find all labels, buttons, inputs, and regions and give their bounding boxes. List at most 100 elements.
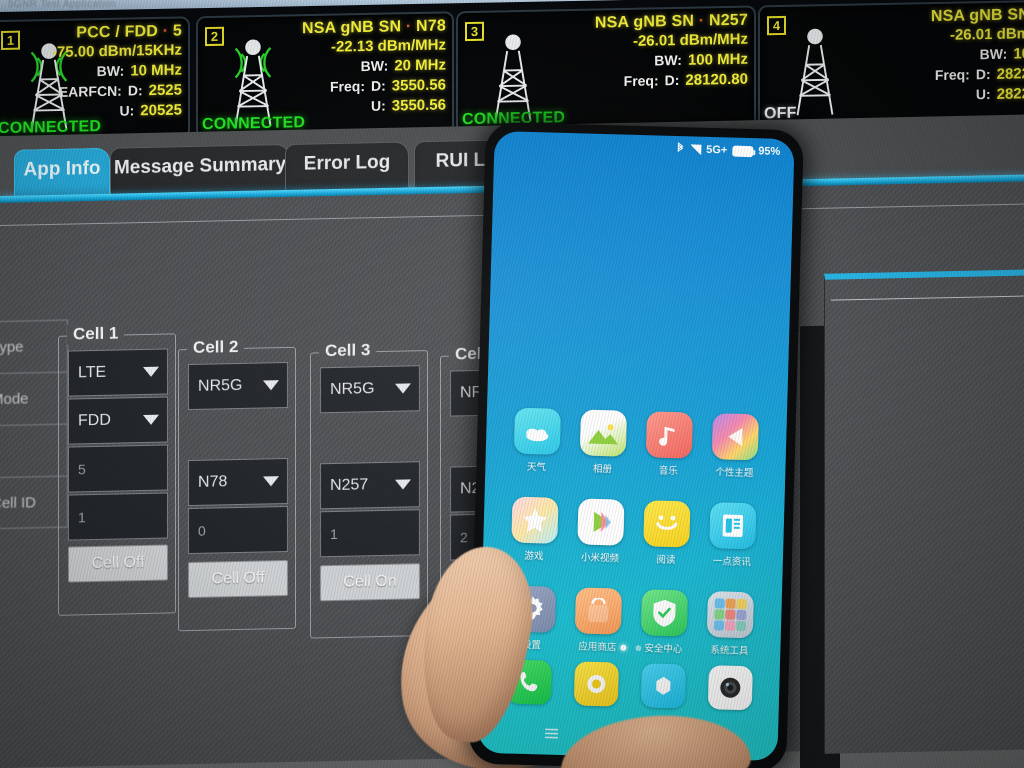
cell-2-band-select[interactable]: N78: [188, 457, 288, 507]
cell-1-cellid-input[interactable]: 1: [68, 492, 168, 541]
messages-icon[interactable]: [573, 661, 619, 707]
cell-status-card-2-freq-label: Freq:: [329, 77, 365, 95]
cell-3-power-button[interactable]: Cell On: [320, 563, 420, 602]
cell-status-card-4: 4 NSA gNB SN -26.01 dBm BW: 10 Freq: D: …: [758, 0, 1024, 128]
chevron-down-icon: [143, 366, 159, 378]
app-mi-video[interactable]: 小米视频: [567, 498, 635, 565]
page-dot-2[interactable]: [634, 645, 641, 652]
cell-3-band-select[interactable]: N257: [320, 461, 420, 510]
cell-status-card-4-bw-label: BW:: [979, 45, 1008, 63]
cell-3-cellid-input[interactable]: 1: [320, 509, 420, 558]
app-weather[interactable]: 天气: [503, 407, 571, 474]
cell-3-cellid-value: 1: [330, 525, 338, 543]
app-label: 个性主题: [715, 467, 754, 480]
dock-messages[interactable]: [573, 661, 619, 707]
cell-status-card-4-title: NSA gNB SN: [930, 6, 1024, 26]
security-shield-icon[interactable]: [640, 589, 689, 637]
chevron-down-icon: [143, 414, 159, 426]
page-dot-1[interactable]: [619, 644, 626, 651]
cell-4-cellid-value: 2: [460, 529, 468, 546]
browser-icon[interactable]: [640, 663, 686, 709]
cell-status-card-3-dl-value: 28120.80: [685, 70, 748, 89]
monitor-photo-scene: 5GNR Test Application 1 PCC / FDD · 5 -7…: [0, 0, 1024, 768]
home-screen-dock[interactable]: [479, 659, 780, 711]
cell-group-3-legend: Cell 3: [319, 340, 377, 362]
mi-video-icon[interactable]: [577, 498, 625, 546]
cell-group-1-legend: Cell 1: [67, 323, 125, 345]
cell-status-card-4-bw-value: 10: [1013, 45, 1024, 63]
app-reading[interactable]: 阅读: [633, 500, 701, 567]
cell-1-band-input[interactable]: 5: [68, 444, 168, 493]
tab-label: App Info: [23, 157, 101, 181]
chevron-down-icon: [263, 476, 279, 487]
cell-3-type-select[interactable]: NR5G: [320, 365, 420, 414]
app-gallery[interactable]: 相册: [569, 409, 637, 476]
cell-3-band-value: N257: [330, 476, 369, 495]
signal-bars-icon: [689, 144, 701, 154]
window-title: 5GNR Test Application: [8, 0, 117, 10]
cell-status-card-1: 1 PCC / FDD · 5 -75.00 dBm/15KHz BW: 10 …: [0, 16, 190, 143]
cell-status-card-4-freq-label: Freq:: [934, 66, 970, 84]
cell-1-type-select[interactable]: LTE: [68, 348, 168, 397]
cell-status-card-3-bw-label: BW:: [654, 51, 682, 69]
app-music[interactable]: 音乐: [635, 411, 703, 478]
cell-status-card-2-dl-label: D:: [370, 77, 386, 94]
cell-status-card-2-bw-value: 20 MHz: [394, 56, 446, 75]
cell-status-card-3-freq-label: Freq:: [623, 72, 659, 90]
app-games[interactable]: 游戏: [501, 496, 569, 563]
right-panel-divider: [831, 295, 1024, 301]
bluetooth-icon: [676, 141, 684, 157]
cell-group-3: Cell 3 NR5G N257 1 Cell On: [310, 340, 428, 639]
dock-camera[interactable]: [707, 665, 753, 711]
music-icon[interactable]: [645, 411, 693, 459]
cell-status-card-1-ul-label: U:: [119, 102, 135, 119]
cell-status-card-2-title: NSA gNB SN · N78: [302, 17, 446, 38]
reading-icon[interactable]: [643, 500, 691, 548]
app-store-icon[interactable]: [574, 587, 623, 635]
cell-2-type-value: NR5G: [198, 376, 243, 395]
right-side-panel: [824, 269, 1024, 754]
cell-1-power-button[interactable]: Cell Off: [68, 544, 168, 583]
cell-status-card-2-readout: NSA gNB SN · N78 -22.13 dBm/MHz BW: 20 M…: [302, 17, 446, 116]
cell-2-power-button[interactable]: Cell Off: [188, 559, 288, 599]
app-themes[interactable]: 个性主题: [701, 413, 769, 480]
cell-status-card-1-bw-value: 10 MHz: [130, 61, 182, 80]
cell-status-card-4-readout: NSA gNB SN -26.01 dBm BW: 10 Freq: D: 28…: [931, 6, 1024, 104]
app-label: 阅读: [656, 554, 676, 567]
app-news[interactable]: 一点资讯: [699, 502, 767, 569]
battery-percent-label: 95%: [758, 145, 781, 158]
cell-2-cellid-input[interactable]: 0: [188, 505, 288, 555]
camera-icon[interactable]: [707, 665, 753, 711]
phone-screen[interactable]: 5G+ 95% 天气 相册 音乐 个性主题 游戏 小米视频 阅读 一点资讯 设置 应用商店 安全中心…: [477, 130, 795, 762]
news-icon[interactable]: [709, 502, 757, 550]
cell-status-card-3-power: -26.01 dBm/MHz: [632, 30, 748, 50]
app-label: 天气: [526, 461, 547, 474]
cell-status-card-1-dl-label: D:: [127, 82, 143, 99]
tab-error-log[interactable]: Error Log: [285, 141, 409, 193]
gallery-icon[interactable]: [579, 409, 628, 457]
tab-message-summary[interactable]: Message Summary: [110, 143, 290, 196]
games-icon[interactable]: [511, 496, 559, 544]
cell-status-card-2-ul-label: U:: [370, 97, 386, 114]
cell-1-type-value: LTE: [78, 363, 107, 382]
cell-status-card-1-readout: PCC / FDD · 5 -75.00 dBm/15KHz BW: 10 MH…: [52, 23, 182, 121]
weather-icon[interactable]: [513, 407, 562, 455]
tab-label: Error Log: [303, 151, 391, 175]
cell-status-card-1-power: -75.00 dBm/15KHz: [51, 41, 182, 62]
cell-status-card-4-dl-value: 2822: [996, 65, 1024, 83]
cell-1-mode-select[interactable]: FDD: [68, 396, 168, 445]
chevron-down-icon: [395, 383, 411, 394]
network-type-label: 5G+: [706, 143, 728, 157]
system-tools-folder-icon[interactable]: [706, 591, 754, 639]
cell-status-card-1-freq-label: EARFCN:: [58, 82, 122, 100]
cell-status-card-3-title: NSA gNB SN · N257: [594, 11, 748, 32]
cell-status-card-2-ul-value: 3550.56: [391, 96, 446, 115]
app-label: 一点资讯: [712, 556, 751, 569]
menu-icon[interactable]: [544, 726, 558, 744]
cell-status-card-4-power: -26.01 dBm: [949, 25, 1024, 44]
cell-2-type-select[interactable]: NR5G: [188, 361, 288, 411]
cell-status-card-1-bw-label: BW:: [96, 62, 125, 80]
dock-browser[interactable]: [640, 663, 686, 709]
tab-app-info[interactable]: App Info: [14, 147, 110, 198]
themes-icon[interactable]: [711, 413, 759, 461]
